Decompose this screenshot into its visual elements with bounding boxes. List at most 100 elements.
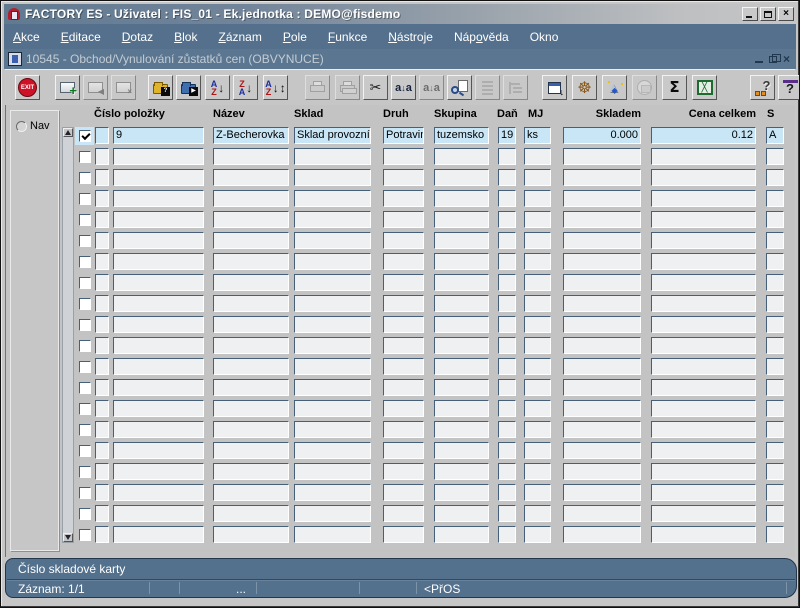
field-cislo[interactable]	[113, 253, 204, 270]
field-aux[interactable]	[95, 274, 109, 291]
cut-button[interactable]: ✂	[363, 75, 388, 100]
context-help-button[interactable]: ?	[778, 75, 799, 100]
field-sklad[interactable]	[294, 505, 371, 522]
field-nazev[interactable]	[213, 505, 289, 522]
field-dan[interactable]	[498, 400, 516, 417]
field-mj[interactable]	[524, 148, 551, 165]
field-druh[interactable]: Potraviny	[383, 127, 424, 144]
field-nazev[interactable]	[213, 484, 289, 501]
row-select-checkbox[interactable]	[75, 169, 94, 187]
field-cislo[interactable]	[113, 211, 204, 228]
field-skupina[interactable]	[434, 148, 489, 165]
field-druh[interactable]	[383, 148, 424, 165]
close-button[interactable]: ×	[778, 7, 794, 21]
menu-item-nastroje[interactable]: Nástroje	[388, 30, 433, 44]
field-cislo[interactable]	[113, 379, 204, 396]
field-nazev[interactable]	[213, 316, 289, 333]
field-s[interactable]	[766, 526, 784, 543]
field-mj[interactable]	[524, 169, 551, 186]
field-cislo[interactable]	[113, 169, 204, 186]
field-s[interactable]	[766, 442, 784, 459]
field-skupina[interactable]	[434, 232, 489, 249]
field-mj[interactable]	[524, 400, 551, 417]
field-s[interactable]	[766, 232, 784, 249]
field-skladem[interactable]	[563, 211, 641, 228]
field-druh[interactable]	[383, 379, 424, 396]
row-select-checkbox[interactable]	[75, 400, 94, 418]
field-nazev[interactable]	[213, 190, 289, 207]
field-mj[interactable]	[524, 190, 551, 207]
field-sklad[interactable]	[294, 358, 371, 375]
field-cislo[interactable]	[113, 295, 204, 312]
field-aux[interactable]	[95, 463, 109, 480]
field-dan[interactable]	[498, 379, 516, 396]
field-skupina[interactable]	[434, 358, 489, 375]
field-mj[interactable]	[524, 379, 551, 396]
field-cena[interactable]	[651, 295, 756, 312]
field-dan[interactable]	[498, 358, 516, 375]
field-s[interactable]	[766, 484, 784, 501]
field-sklad[interactable]	[294, 274, 371, 291]
field-s[interactable]	[766, 463, 784, 480]
field-sklad[interactable]	[294, 526, 371, 543]
field-cena[interactable]	[651, 379, 756, 396]
wizard-button[interactable]: ▲ ◆	[602, 75, 627, 100]
field-dan[interactable]	[498, 505, 516, 522]
field-cena[interactable]	[651, 400, 756, 417]
field-dan[interactable]	[498, 295, 516, 312]
field-nazev[interactable]	[213, 421, 289, 438]
menu-item-dotaz[interactable]: Dotaz	[122, 30, 153, 44]
field-mj[interactable]	[524, 526, 551, 543]
field-cena[interactable]	[651, 358, 756, 375]
field-aux[interactable]	[95, 211, 109, 228]
menu-item-editace[interactable]: Editace	[61, 30, 101, 44]
field-mj[interactable]	[524, 274, 551, 291]
field-s[interactable]	[766, 148, 784, 165]
field-skladem[interactable]	[563, 337, 641, 354]
field-aux[interactable]	[95, 442, 109, 459]
field-dan[interactable]	[498, 169, 516, 186]
row-select-checkbox[interactable]	[75, 232, 94, 250]
field-cena[interactable]	[651, 442, 756, 459]
field-skupina[interactable]	[434, 316, 489, 333]
field-cislo[interactable]	[113, 463, 204, 480]
field-dan[interactable]	[498, 253, 516, 270]
row-select-checkbox[interactable]	[75, 316, 94, 334]
field-nazev[interactable]	[213, 253, 289, 270]
field-druh[interactable]	[383, 505, 424, 522]
field-nazev[interactable]	[213, 337, 289, 354]
field-s[interactable]: A	[766, 127, 784, 144]
field-nazev[interactable]	[213, 148, 289, 165]
field-cislo[interactable]	[113, 421, 204, 438]
field-druh[interactable]	[383, 484, 424, 501]
execute-query-button[interactable]: ▶	[176, 75, 201, 100]
field-aux[interactable]	[95, 421, 109, 438]
field-dan[interactable]: 19	[498, 127, 516, 144]
field-s[interactable]	[766, 358, 784, 375]
field-cena[interactable]	[651, 463, 756, 480]
field-skladem[interactable]	[563, 421, 641, 438]
menu-item-funkce[interactable]: Funkce	[328, 30, 367, 44]
field-druh[interactable]	[383, 274, 424, 291]
row-select-checkbox[interactable]	[75, 190, 94, 208]
field-mj[interactable]	[524, 484, 551, 501]
field-skupina[interactable]	[434, 253, 489, 270]
field-nazev[interactable]	[213, 463, 289, 480]
field-skladem[interactable]	[563, 253, 641, 270]
field-cena[interactable]	[651, 505, 756, 522]
field-cislo[interactable]	[113, 505, 204, 522]
field-sklad[interactable]	[294, 337, 371, 354]
field-cena[interactable]	[651, 169, 756, 186]
field-druh[interactable]	[383, 190, 424, 207]
sort-descending-button[interactable]: ZA ↓	[233, 75, 258, 100]
field-dan[interactable]	[498, 421, 516, 438]
field-mj[interactable]	[524, 505, 551, 522]
field-cislo[interactable]: 9	[113, 127, 204, 144]
row-select-checkbox[interactable]	[75, 505, 94, 523]
field-cislo[interactable]	[113, 148, 204, 165]
tree-view-button[interactable]	[503, 75, 528, 100]
paste-button[interactable]: a↓a	[419, 75, 444, 100]
row-select-checkbox[interactable]	[75, 274, 94, 292]
field-nazev[interactable]	[213, 379, 289, 396]
insert-record-button[interactable]: +	[55, 75, 80, 100]
